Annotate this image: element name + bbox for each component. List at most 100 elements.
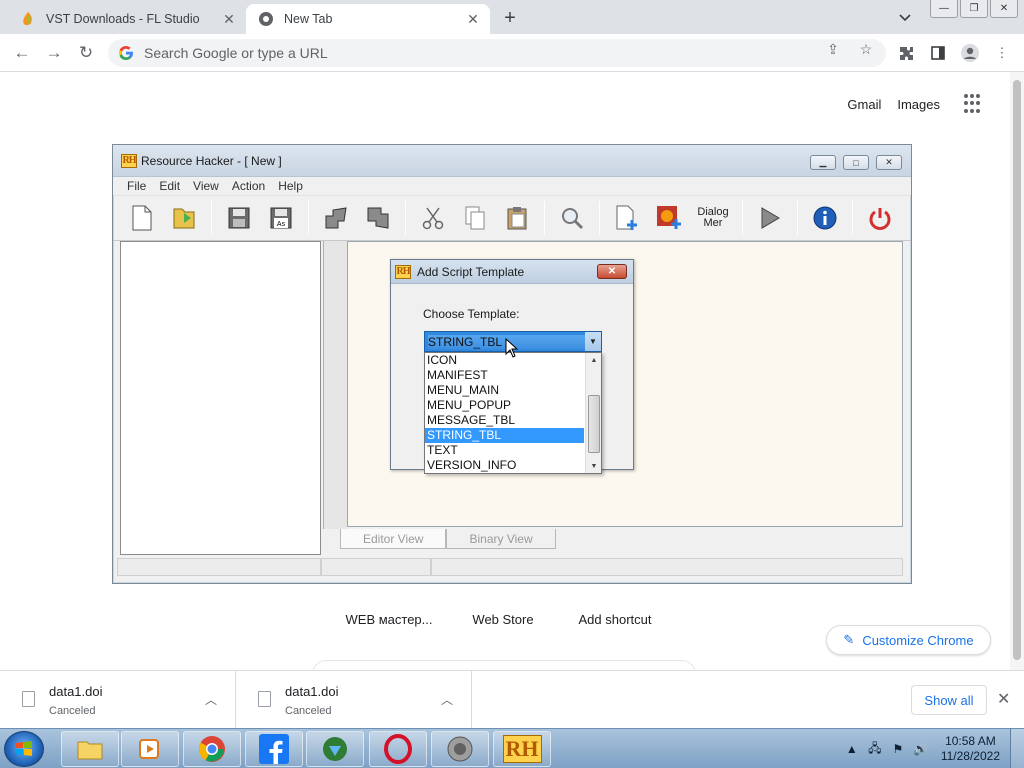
run-script-play-icon[interactable] (755, 203, 785, 233)
open-file-icon[interactable] (169, 203, 199, 233)
close-icon[interactable]: ✕ (220, 10, 238, 28)
minimize-icon[interactable]: — (930, 0, 958, 18)
scroll-down-arrow-icon[interactable]: ▼ (586, 459, 602, 473)
maximize-icon[interactable]: □ (843, 155, 869, 170)
taskbar-idm[interactable] (306, 731, 364, 767)
download-item[interactable]: data1.doi Canceled ︿ (0, 671, 236, 729)
restore-icon[interactable]: ❐ (960, 0, 988, 18)
rh-title-bar[interactable]: RH Resource Hacker - [ New ] ▁ □ ✕ (113, 145, 911, 177)
list-scrollbar[interactable]: ▲ ▼ (585, 353, 601, 473)
scroll-up-arrow-icon[interactable]: ▲ (586, 353, 602, 367)
list-item[interactable]: MENU_MAIN (425, 383, 584, 398)
google-apps-icon[interactable] (964, 94, 984, 114)
list-item[interactable]: VERSION_INFO (425, 458, 584, 473)
copy-icon[interactable] (460, 203, 490, 233)
pane-splitter[interactable] (323, 241, 347, 529)
page-scrollbar[interactable] (1010, 72, 1024, 670)
list-item[interactable]: TEXT (425, 443, 584, 458)
shortcut-add[interactable]: Add shortcut (560, 612, 670, 627)
list-item[interactable]: MANIFEST (425, 368, 584, 383)
save-icon[interactable] (224, 203, 254, 233)
status-panel (321, 558, 431, 576)
shortcut-web-master[interactable]: WEB мастер... (334, 612, 444, 627)
share-icon[interactable]: ⇪ (824, 40, 842, 58)
omnibox[interactable] (108, 39, 886, 67)
tab-binary-view[interactable]: Binary View (446, 529, 556, 549)
taskbar-opera[interactable] (369, 731, 427, 767)
clock[interactable]: 10:58 AM 11/28/2022 (941, 734, 1000, 764)
new-file-icon[interactable] (127, 203, 157, 233)
tab-editor-view[interactable]: Editor View (340, 529, 447, 549)
menu-view[interactable]: View (193, 179, 219, 193)
omnibox-input[interactable] (144, 45, 744, 61)
dialog-title-bar[interactable]: RH Add Script Template ✕ (391, 260, 633, 284)
resource-tree-pane[interactable] (120, 241, 321, 555)
start-button[interactable] (4, 731, 44, 767)
list-item-selected[interactable]: STRING_TBL (425, 428, 584, 443)
list-item[interactable]: MENU_POPUP (425, 398, 584, 413)
dropdown-arrow-icon[interactable]: ▼ (585, 332, 601, 351)
forward-arrow-icon[interactable]: → (42, 41, 66, 65)
taskbar-facebook[interactable] (245, 731, 303, 767)
profile-avatar-icon[interactable] (958, 41, 982, 65)
menu-action[interactable]: Action (232, 179, 265, 193)
tab-new-tab[interactable]: New Tab ✕ (246, 4, 490, 34)
customize-chrome-button[interactable]: ✎ Customize Chrome (826, 625, 991, 655)
add-image-icon[interactable] (654, 203, 684, 233)
menu-edit[interactable]: Edit (159, 179, 180, 193)
close-icon[interactable]: ✕ (597, 264, 627, 279)
compile-arrow-icon[interactable] (321, 203, 351, 233)
scrollbar-thumb[interactable] (588, 395, 600, 453)
taskbar-explorer[interactable] (61, 731, 119, 767)
find-magnifier-icon[interactable] (557, 203, 587, 233)
chevron-up-icon[interactable]: ︿ (441, 691, 453, 708)
kebab-menu-icon[interactable]: ⋮ (990, 41, 1014, 65)
show-all-button[interactable]: Show all (911, 685, 987, 715)
bookmark-star-icon[interactable]: ☆ (857, 40, 875, 58)
side-panel-icon[interactable] (926, 41, 950, 65)
browser-toolbar: ← → ↻ ⇪ ☆ ⋮ (0, 34, 1024, 72)
minimize-icon[interactable]: ▁ (810, 155, 836, 170)
close-icon[interactable]: ✕ (464, 10, 482, 28)
volume-icon[interactable]: 🔊 (913, 741, 929, 757)
back-arrow-icon[interactable]: ← (10, 41, 34, 65)
close-window-icon[interactable]: ✕ (990, 0, 1018, 18)
show-hidden-icons-chevron-icon[interactable]: ▲ (844, 741, 860, 757)
tab-search-chevron-icon[interactable] (894, 8, 916, 28)
action-center-flag-icon[interactable]: ⚑ (890, 741, 906, 757)
shortcut-web-store[interactable]: Web Store (448, 612, 558, 627)
images-link[interactable]: Images (897, 97, 940, 112)
dialog-menu-button[interactable]: Dialog Mer (696, 203, 730, 233)
save-as-icon[interactable]: As (266, 203, 296, 233)
new-tab-button[interactable]: + (498, 6, 522, 30)
menu-help[interactable]: Help (278, 179, 303, 193)
taskbar-chrome[interactable] (183, 731, 241, 767)
gmail-link[interactable]: Gmail (847, 97, 881, 112)
ntp-top-links: Gmail Images (847, 94, 984, 114)
taskbar-resource-hacker[interactable]: RH (493, 731, 551, 767)
add-resource-icon[interactable] (612, 203, 642, 233)
network-icon[interactable]: 🖧 (867, 741, 883, 757)
rh-status-bar (117, 558, 907, 576)
svg-text:As: As (277, 221, 286, 228)
close-icon[interactable]: ✕ (876, 155, 902, 170)
extensions-puzzle-icon[interactable] (894, 41, 918, 65)
chevron-up-icon[interactable]: ︿ (205, 691, 217, 708)
scrollbar-thumb[interactable] (1013, 80, 1021, 660)
exit-power-icon[interactable] (865, 203, 895, 233)
show-desktop-button[interactable] (1010, 729, 1024, 768)
close-icon[interactable]: ✕ (997, 689, 1010, 709)
taskbar-speaker[interactable] (431, 731, 489, 767)
cut-scissors-icon[interactable] (418, 203, 448, 233)
info-icon[interactable] (810, 203, 840, 233)
paste-clipboard-icon[interactable] (502, 203, 532, 233)
reload-icon[interactable]: ↻ (74, 41, 98, 65)
download-status: Canceled (49, 705, 96, 717)
tab-vst-downloads[interactable]: VST Downloads - FL Studio ✕ (8, 4, 246, 34)
export-arrow-icon[interactable] (363, 203, 393, 233)
download-item[interactable]: data1.doi Canceled ︿ (236, 671, 472, 729)
list-item[interactable]: MESSAGE_TBL (425, 413, 584, 428)
menu-file[interactable]: File (127, 179, 146, 193)
browser-tab-strip: VST Downloads - FL Studio ✕ New Tab ✕ + … (0, 0, 1024, 34)
taskbar-media-player[interactable] (121, 731, 179, 767)
